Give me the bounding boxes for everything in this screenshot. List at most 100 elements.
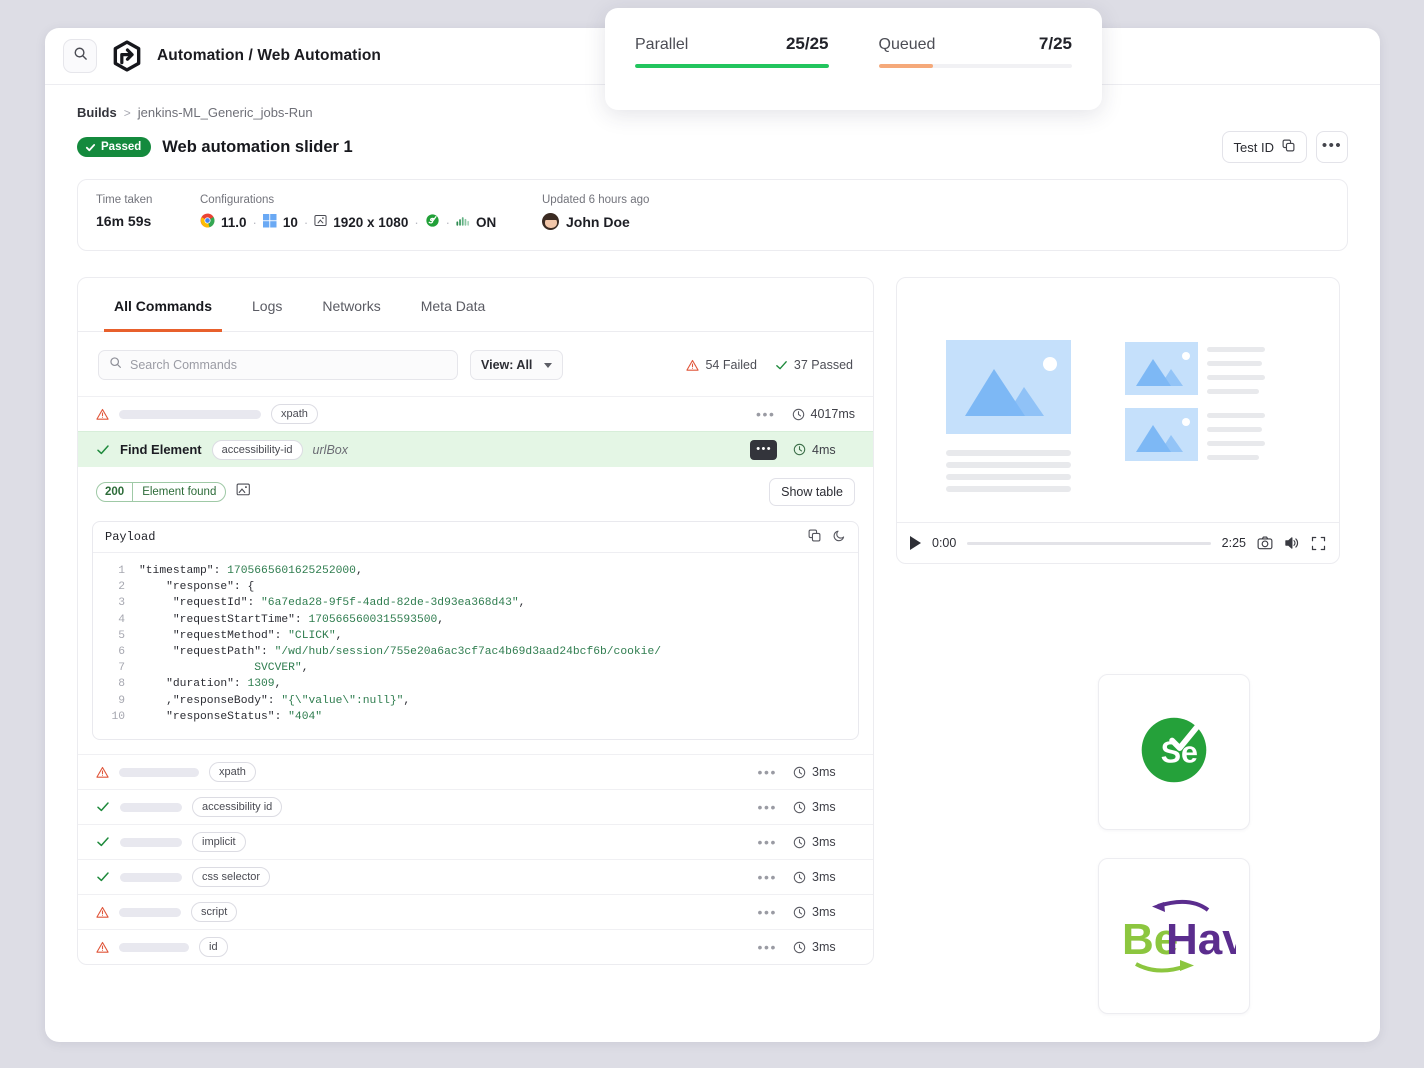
table-row[interactable]: accessibility id ••• 3ms [78, 789, 873, 824]
config-dot-1: · [252, 214, 257, 230]
progress-slider[interactable] [967, 541, 1211, 545]
row-more-button[interactable]: ••• [757, 835, 777, 849]
skeleton-line [1207, 455, 1259, 460]
row-more-button-active[interactable]: ••• [750, 439, 777, 460]
code-content: "requestId": "6a7eda28-9f5f-4add-82de-3d… [139, 597, 526, 610]
screen-glyph [314, 214, 327, 227]
row-more-button[interactable]: ••• [757, 940, 777, 954]
skeleton-line [1207, 413, 1265, 418]
table-row[interactable]: implicit ••• 3ms [78, 824, 873, 859]
skeleton-image-small [1125, 408, 1198, 461]
payload-actions [808, 529, 846, 546]
code-content: "requestStartTime": 1705665600315593500, [139, 613, 445, 626]
brand-hexagon-arrow-logo [111, 40, 143, 72]
locator-tag: script [191, 902, 238, 923]
clock-icon [793, 906, 806, 918]
code-content: "requestMethod": "CLICK", [139, 629, 343, 642]
command-name-placeholder [119, 767, 199, 777]
row-more-button[interactable]: ••• [757, 765, 777, 779]
row-more-button[interactable]: ••• [757, 905, 777, 919]
more-options-button[interactable]: ••• [1316, 131, 1348, 163]
time-taken-block: Time taken 16m 59s [96, 194, 200, 229]
table-row[interactable]: script ••• 3ms [78, 894, 873, 929]
clock-icon [793, 871, 806, 883]
fullscreen-icon[interactable] [1311, 536, 1326, 551]
payload-panel: Payload 1 "timestamp": 17056656016252520… [92, 521, 859, 741]
code-line: 5 "requestMethod": "CLICK", [93, 628, 858, 644]
image-preview-icon[interactable] [236, 482, 251, 502]
search-button[interactable] [63, 39, 97, 73]
os-version: 10 [282, 214, 298, 230]
config-dot-2: · [303, 214, 309, 230]
row-more-button[interactable]: ••• [757, 870, 777, 884]
table-row[interactable]: xpath ••• 3ms [78, 754, 873, 789]
skeleton-line [1207, 347, 1265, 352]
row-duration-label: 3ms [812, 800, 836, 815]
skeleton-line [1207, 389, 1259, 394]
play-icon[interactable] [910, 536, 921, 550]
stat-queued-label: Queued [878, 36, 936, 53]
volume-icon[interactable] [1284, 535, 1300, 551]
warning-icon [96, 408, 109, 420]
tab-all-commands[interactable]: All Commands [104, 279, 223, 332]
show-table-button[interactable]: Show table [769, 478, 855, 506]
row-more-button[interactable]: ••• [757, 800, 777, 814]
row-more-button[interactable]: ••• [756, 407, 776, 421]
updated-label: Updated 6 hours ago [542, 194, 650, 206]
mountain-glyph [965, 357, 1057, 416]
locator-tag: accessibility id [192, 797, 283, 818]
locator-tag: xpath [271, 404, 318, 424]
row-actions: ••• 3ms [757, 765, 855, 779]
check-icon [97, 837, 109, 847]
line-number: 10 [111, 710, 125, 723]
check-icon [85, 143, 96, 151]
configurations-block: Configurations 11.0 · 10 · 1920 x 1080 ·… [200, 194, 540, 231]
table-row[interactable]: id ••• 3ms [78, 929, 873, 964]
skeleton-image-large [946, 340, 1071, 434]
stat-parallel-header: Parallel 25/25 [635, 34, 829, 54]
table-row-selected[interactable]: Find Element accessibility-id urlBox •••… [78, 431, 873, 467]
row-duration: 4ms [793, 443, 855, 457]
code-line: 2 "response": { [93, 579, 858, 595]
behave-logo: Be Have [1112, 888, 1271, 985]
command-name-placeholder [119, 907, 181, 917]
check-icon [97, 872, 109, 882]
table-row[interactable]: xpath ••• 4017ms [78, 396, 873, 431]
test-id-button[interactable]: Test ID [1221, 131, 1307, 163]
tab-meta-data[interactable]: Meta Data [411, 279, 496, 332]
code-content: ,"responseBody": "{\"value\":null}", [139, 694, 411, 707]
breadcrumb-current[interactable]: jenkins-ML_Generic_jobs-Run [138, 105, 313, 120]
payload-code: 1 "timestamp": 1705665601625252000, 2 "res… [93, 553, 858, 739]
code-content: "requestPath": "/wd/hub/session/755e20a6… [139, 646, 662, 659]
moon-icon[interactable] [833, 529, 846, 546]
tab-logs[interactable]: Logs [242, 279, 292, 332]
camera-icon[interactable] [1257, 535, 1273, 551]
row-actions: ••• 3ms [757, 870, 855, 884]
line-number: 8 [118, 678, 125, 691]
breadcrumb-builds[interactable]: Builds [77, 105, 117, 120]
skeleton-line [1207, 375, 1265, 380]
copy-icon [1282, 139, 1295, 155]
skeleton-line [946, 474, 1071, 480]
row-actions: ••• 3ms [757, 905, 855, 919]
status-badge: Passed [77, 137, 152, 157]
svg-text:Se: Se [1161, 735, 1198, 769]
row-actions: ••• 3ms [757, 940, 855, 954]
view-filter-dropdown[interactable]: View: All [470, 350, 564, 380]
current-time: 0:00 [932, 536, 957, 550]
table-row[interactable]: css selector ••• 3ms [78, 859, 873, 894]
mountain-glyph [1136, 352, 1190, 386]
line-number: 9 [118, 694, 125, 707]
code-line: 3 "requestId": "6a7eda28-9f5f-4add-82de-… [93, 595, 858, 611]
locator-tag: css selector [192, 867, 271, 888]
search-commands-field[interactable] [98, 350, 458, 380]
code-line: 8 "duration": 1309, [93, 676, 858, 692]
stat-parallel-label: Parallel [635, 36, 689, 53]
tab-networks[interactable]: Networks [312, 279, 390, 332]
payload-header: Payload [93, 522, 858, 553]
search-input[interactable] [130, 358, 447, 372]
copy-icon[interactable] [808, 529, 821, 546]
command-name-placeholder [119, 409, 261, 419]
command-rows: xpath ••• 3ms accessibility id ••• 3ms implici… [78, 754, 873, 964]
line-number: 5 [118, 629, 125, 642]
